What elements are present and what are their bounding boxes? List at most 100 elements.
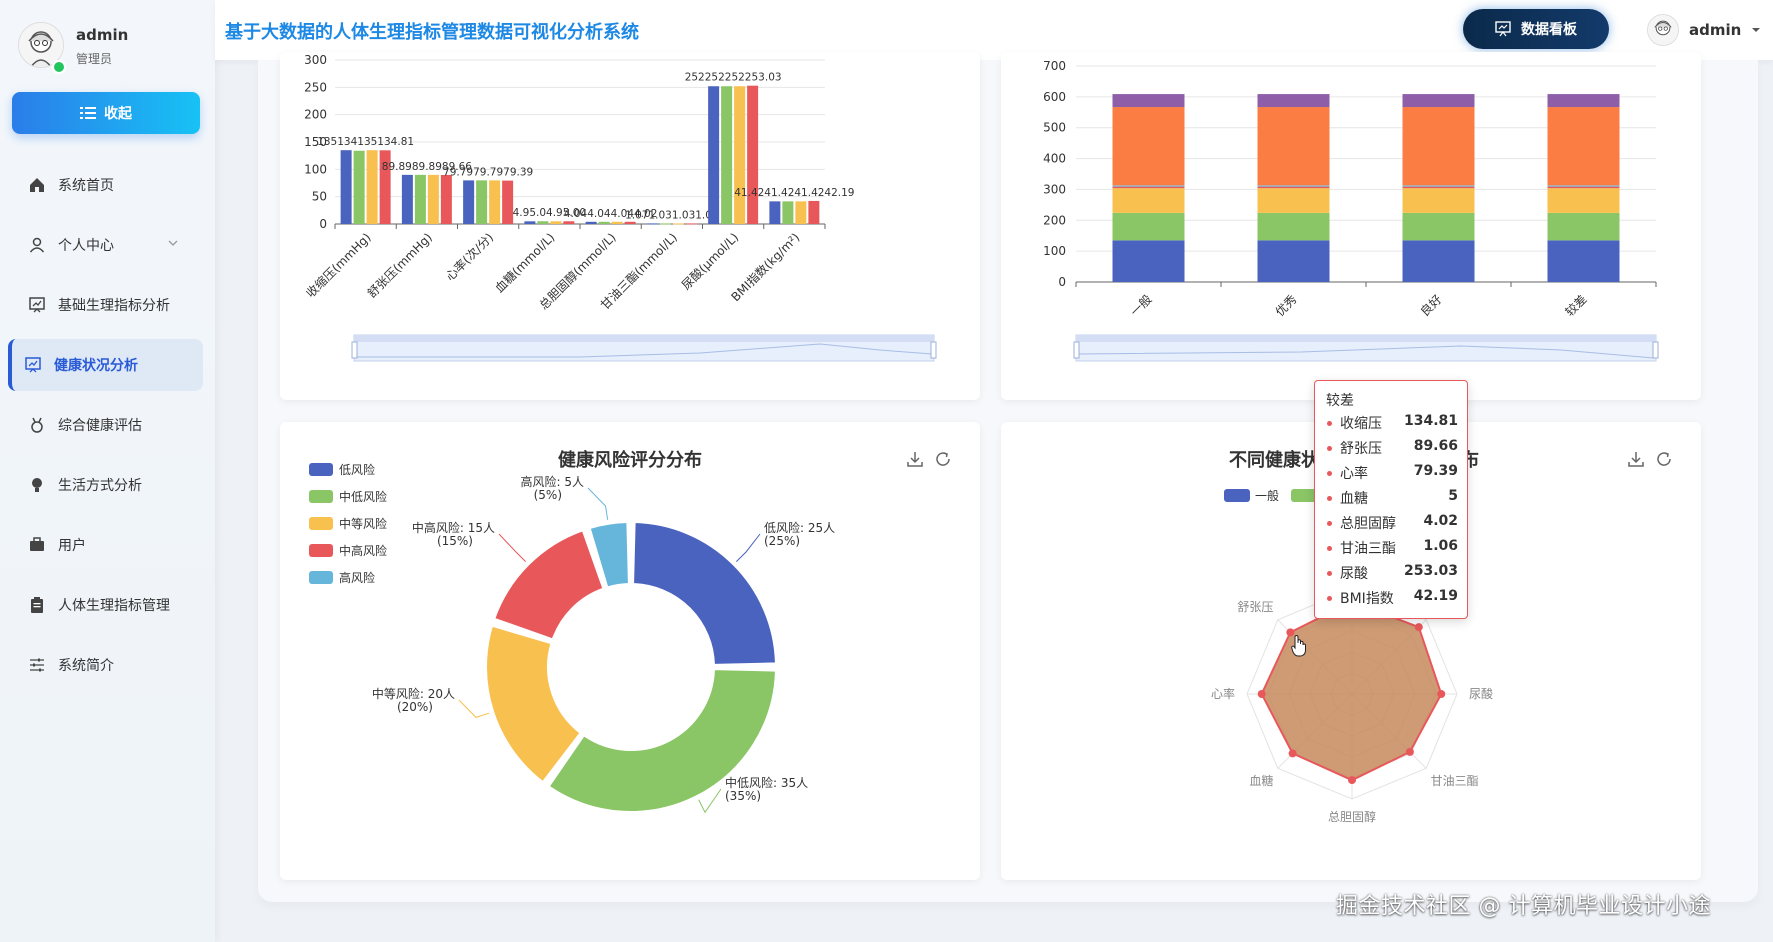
x-tick-label: 收缩压(mmHg) bbox=[303, 230, 374, 301]
label-leader-line bbox=[736, 533, 761, 562]
radar-point bbox=[1437, 690, 1446, 698]
bar bbox=[685, 223, 697, 225]
y-tick-label: 200 bbox=[304, 108, 327, 122]
risk-distribution-card: 健康风险评分分布 低风险 中低风险 中等风险 中高风险 高风险 低风险: 25人 (25%)… bbox=[280, 422, 980, 880]
stacked-bar-segment bbox=[1257, 107, 1330, 186]
sidebar-item-label: 系统首页 bbox=[58, 178, 114, 194]
legend-swatch bbox=[309, 463, 333, 476]
data-label: 79.7979.7979.39 bbox=[443, 166, 533, 178]
stacked-bar-segment bbox=[1547, 212, 1620, 241]
legend-label: 中低风险 bbox=[339, 489, 387, 504]
bar bbox=[563, 221, 575, 224]
legend-label: 中等风险 bbox=[339, 516, 387, 531]
sidebar-item-basic-analysis[interactable]: 基础生理指标分析 bbox=[0, 275, 215, 335]
y-tick-label: 400 bbox=[1043, 152, 1066, 166]
tooltip-label: 尿酸 bbox=[1340, 566, 1368, 582]
sidebar-item-health-analysis[interactable]: 健康状况分析 bbox=[8, 339, 203, 391]
person-icon bbox=[29, 237, 45, 253]
stacked-bar-segment bbox=[1257, 186, 1330, 189]
y-tick-label: 500 bbox=[1043, 121, 1066, 135]
legend-label: 高风险 bbox=[339, 570, 375, 585]
user-profile[interactable]: admin 管理员 bbox=[14, 18, 204, 74]
x-tick-label: 一般 bbox=[1127, 292, 1155, 320]
stacked-bar-segment bbox=[1112, 188, 1185, 213]
collapse-label: 收起 bbox=[104, 106, 132, 122]
bar bbox=[747, 85, 759, 224]
radar-indicator-label: 心率 bbox=[1211, 686, 1235, 701]
tooltip-label: 血糖 bbox=[1340, 491, 1368, 507]
bar bbox=[340, 150, 352, 224]
legend-swatch bbox=[309, 544, 333, 557]
sidebar-item-personal-center[interactable]: 个人中心 bbox=[0, 215, 215, 275]
sidebar-item-indicator-management[interactable]: 人体生理指标管理 bbox=[0, 575, 215, 635]
y-tick-label: 700 bbox=[1043, 59, 1066, 73]
sidebar-item-lifestyle-analysis[interactable]: 生活方式分析 bbox=[0, 455, 215, 515]
tooltip-value: 5 bbox=[1448, 488, 1458, 504]
tooltip-value: 1.06 bbox=[1423, 538, 1458, 554]
stacked-bar-segment bbox=[1402, 186, 1475, 189]
y-tick-label: 50 bbox=[312, 190, 327, 204]
sliders-icon bbox=[30, 658, 44, 672]
tooltip-label: 心率 bbox=[1340, 466, 1368, 482]
stacked-bar-segment bbox=[1402, 94, 1475, 108]
risk-donut-chart: 低风险中低风险中等风险中高风险高风险 低风险: 25人(25%) 中低风险: 35人… bbox=[309, 462, 835, 814]
radar-indicator-label: 尿酸 bbox=[1469, 686, 1493, 701]
medal-icon bbox=[31, 417, 43, 433]
series-dot bbox=[1327, 496, 1332, 501]
bar bbox=[585, 221, 597, 224]
y-tick-label: 200 bbox=[1043, 213, 1066, 227]
bar bbox=[489, 180, 501, 224]
sidebar-item-users[interactable]: 用户 bbox=[0, 515, 215, 575]
sidebar-item-system-intro[interactable]: 系统简介 bbox=[0, 635, 215, 695]
series-dot bbox=[1327, 571, 1332, 576]
tooltip-row: 血糖 5 bbox=[1326, 488, 1458, 510]
radar-point bbox=[1288, 749, 1297, 758]
series-dot bbox=[1327, 421, 1332, 426]
header-user-menu[interactable]: admin bbox=[1647, 14, 1761, 46]
chart-board-icon bbox=[29, 297, 45, 313]
data-board-button[interactable]: 数据看板 bbox=[1463, 9, 1609, 49]
data-label: 252252252253.03 bbox=[685, 72, 782, 84]
bar bbox=[769, 201, 781, 224]
mouse-pointer-icon bbox=[1291, 635, 1306, 657]
bar bbox=[502, 180, 514, 224]
stacked-bar-segment bbox=[1547, 240, 1620, 282]
stacked-bar-segment bbox=[1112, 185, 1185, 187]
radar-point bbox=[1414, 623, 1423, 632]
y-tick-label: 250 bbox=[304, 80, 327, 94]
radar-indicator-label: 甘油三酯 bbox=[1431, 774, 1479, 788]
bar bbox=[795, 201, 807, 224]
stacked-bar-segment bbox=[1257, 212, 1330, 241]
bar bbox=[646, 223, 658, 225]
watermark: 掘金技术社区 @ 计算机毕业设计小途 bbox=[1336, 894, 1711, 919]
zoom-handle-right bbox=[930, 341, 937, 359]
user-role: 管理员 bbox=[76, 52, 113, 66]
bar bbox=[659, 223, 671, 225]
chart-board-icon bbox=[25, 357, 41, 373]
zoom-slider-top bbox=[354, 335, 934, 342]
bulb-icon bbox=[32, 478, 42, 492]
tooltip-row: 总胆固醇 4.02 bbox=[1326, 513, 1458, 535]
tooltip-row: 心率 79.39 bbox=[1326, 463, 1458, 485]
bar bbox=[782, 201, 794, 224]
chart-tooltip: 较差 收缩压 134.81 舒张压 89.66 心率 79.39 血糖 5 总胆固醇 4.02 甘油… bbox=[1314, 380, 1468, 619]
sidebar-item-comprehensive-assessment[interactable]: 综合健康评估 bbox=[0, 395, 215, 455]
online-status-dot bbox=[52, 60, 66, 74]
bar bbox=[808, 200, 820, 224]
stacked-bar-segment bbox=[1547, 186, 1620, 189]
series-dot bbox=[1327, 596, 1332, 601]
label-leader-line bbox=[498, 533, 526, 562]
collapse-button[interactable]: 收起 bbox=[12, 92, 200, 134]
y-tick-label: 300 bbox=[1043, 182, 1066, 196]
tooltip-label: 舒张压 bbox=[1340, 441, 1382, 457]
data-board-label: 数据看板 bbox=[1521, 22, 1577, 38]
stacked-bar-segment bbox=[1112, 107, 1185, 186]
caret-down-icon bbox=[1752, 28, 1761, 32]
sidebar-item-home[interactable]: 系统首页 bbox=[0, 155, 215, 215]
header-user-name: admin bbox=[1689, 21, 1742, 39]
legend-label: 中高风险 bbox=[339, 543, 387, 558]
y-tick-label: 0 bbox=[1058, 275, 1066, 289]
label-leader-line bbox=[587, 487, 609, 520]
slice-label: 中高风险: 15人 bbox=[412, 520, 495, 535]
radar-point bbox=[1257, 690, 1266, 698]
